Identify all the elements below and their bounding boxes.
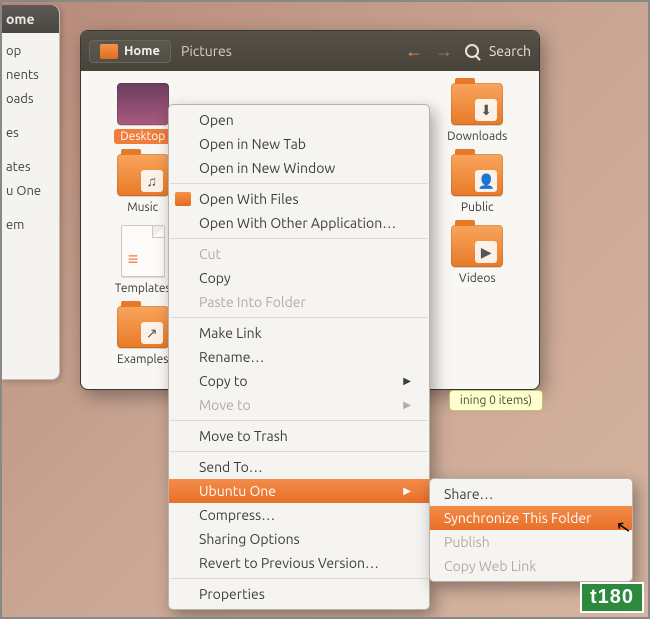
- menu-open-new-tab[interactable]: Open in New Tab: [169, 132, 429, 156]
- sidebar-item[interactable]: es: [6, 121, 55, 145]
- folder-icon: ♫: [117, 154, 169, 196]
- folder-public[interactable]: 👤 Public: [424, 154, 532, 215]
- menu-properties[interactable]: Properties: [169, 582, 429, 606]
- home-label: Home: [124, 44, 160, 58]
- submenu-arrow-icon: ▶: [403, 375, 411, 387]
- video-icon: ▶: [475, 241, 497, 263]
- menu-move-to: Move to▶: [169, 393, 429, 417]
- folder-icon: ↗: [117, 306, 169, 348]
- menu-revert[interactable]: Revert to Previous Version…: [169, 551, 429, 575]
- menu-cut: Cut: [169, 242, 429, 266]
- submenu-synchronize-folder[interactable]: Synchronize This Folder: [430, 506, 632, 530]
- desktop-icon: [117, 83, 169, 125]
- home-folder-icon: [100, 44, 118, 59]
- folder-icon: ▶: [451, 225, 503, 267]
- menu-sharing-options[interactable]: Sharing Options: [169, 527, 429, 551]
- menu-copy[interactable]: Copy: [169, 266, 429, 290]
- home-button[interactable]: Home: [89, 40, 171, 63]
- folder-icon: 👤: [451, 154, 503, 196]
- folder-videos[interactable]: ▶ Videos: [424, 225, 532, 296]
- search-label[interactable]: Search: [489, 43, 531, 59]
- document-icon: ≡: [121, 225, 165, 277]
- download-icon: ⬇: [475, 99, 497, 121]
- submenu-arrow-icon: ▶: [403, 399, 411, 411]
- status-bar: ining 0 items): [449, 390, 543, 411]
- background-window-title: ome: [2, 5, 59, 33]
- menu-rename[interactable]: Rename…: [169, 345, 429, 369]
- submenu-publish: Publish: [430, 530, 632, 554]
- folder-downloads[interactable]: ⬇ Downloads: [424, 83, 532, 144]
- menu-paste-into-folder: Paste Into Folder: [169, 290, 429, 314]
- menu-move-to-trash[interactable]: Move to Trash: [169, 424, 429, 448]
- person-icon: 👤: [475, 170, 497, 192]
- menu-send-to[interactable]: Send To…: [169, 455, 429, 479]
- menu-make-link[interactable]: Make Link: [169, 321, 429, 345]
- breadcrumb-current[interactable]: Pictures: [181, 43, 232, 59]
- context-menu: Open Open in New Tab Open in New Window …: [168, 104, 430, 610]
- sidebar-list: op nents oads es ates u One em: [2, 33, 59, 243]
- background-window: ome op nents oads es ates u One em: [2, 5, 60, 380]
- sidebar-item[interactable]: nents: [6, 63, 55, 87]
- menu-copy-to[interactable]: Copy to▶: [169, 369, 429, 393]
- menu-open[interactable]: Open: [169, 108, 429, 132]
- status-text: ining 0 items): [449, 390, 543, 411]
- back-arrow-icon[interactable]: ←: [405, 41, 425, 61]
- folder-icon: ⬇: [451, 83, 503, 125]
- forward-arrow-icon[interactable]: →: [435, 41, 455, 61]
- sidebar-item[interactable]: u One: [6, 179, 55, 203]
- search-icon[interactable]: [465, 44, 479, 58]
- sidebar-item[interactable]: op: [6, 39, 55, 63]
- watermark-logo: t180: [580, 582, 644, 613]
- submenu-arrow-icon: ▶: [403, 485, 411, 497]
- menu-ubuntu-one[interactable]: Ubuntu One▶: [169, 479, 429, 503]
- link-icon: ↗: [141, 322, 163, 344]
- sidebar-item[interactable]: oads: [6, 87, 55, 111]
- music-icon: ♫: [141, 170, 163, 192]
- menu-open-with-files[interactable]: Open With Files: [169, 187, 429, 211]
- toolbar: Home Pictures ← → Search: [81, 31, 539, 71]
- sidebar-item[interactable]: ates: [6, 155, 55, 179]
- submenu-copy-web-link: Copy Web Link: [430, 554, 632, 578]
- ubuntu-one-submenu: Share… Synchronize This Folder Publish C…: [429, 478, 633, 582]
- files-app-icon: [175, 192, 191, 206]
- menu-open-with-other[interactable]: Open With Other Application…: [169, 211, 429, 235]
- sidebar-item[interactable]: em: [6, 213, 55, 237]
- submenu-share[interactable]: Share…: [430, 482, 632, 506]
- menu-open-new-window[interactable]: Open in New Window: [169, 156, 429, 180]
- menu-compress[interactable]: Compress…: [169, 503, 429, 527]
